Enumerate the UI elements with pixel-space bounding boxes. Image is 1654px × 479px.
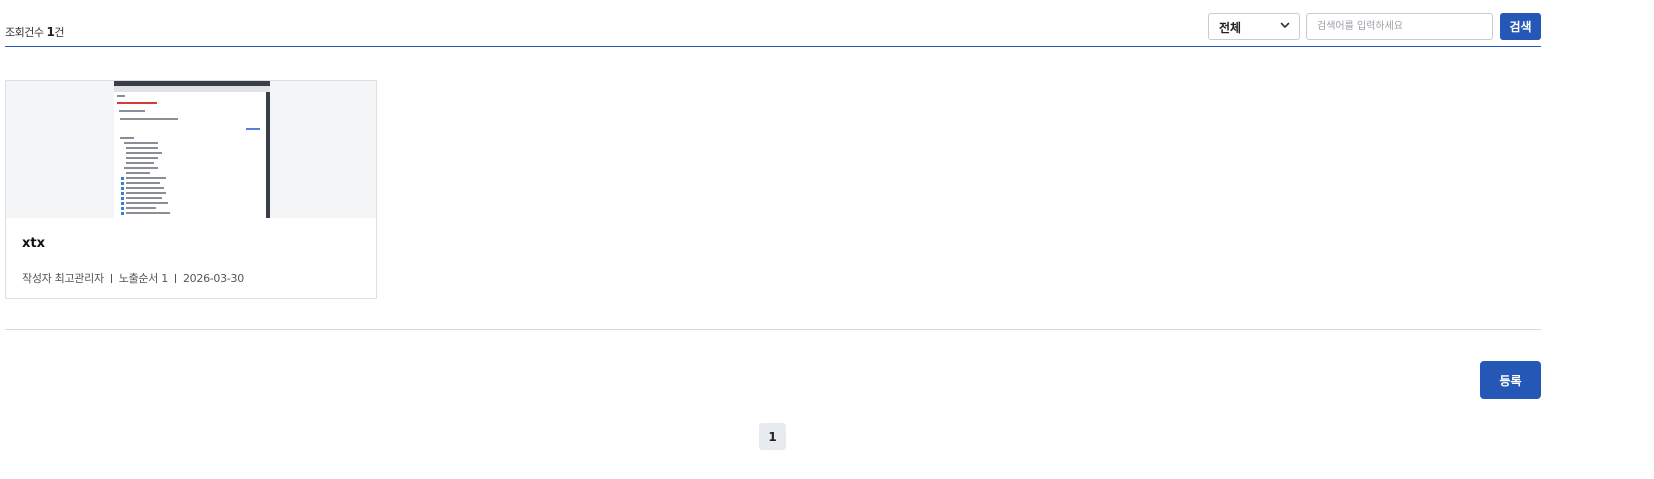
search-input[interactable]	[1306, 13, 1493, 40]
author-label: 작성자	[22, 272, 52, 285]
order-value: 1	[161, 272, 168, 285]
search-scope-select[interactable]: 전체	[1208, 13, 1300, 40]
search-scope-value: 전체	[1219, 21, 1242, 35]
list-toolbar: 조회건수 1건 전체 검색	[5, 10, 1541, 47]
search-button[interactable]: 검색	[1500, 13, 1541, 40]
order-label: 노출순서	[118, 272, 159, 285]
card-date: 2026-03-30	[182, 272, 244, 285]
card-meta: 작성자 최고관리자 노출순서 1 2026-03-30	[22, 270, 244, 286]
count-unit: 건	[54, 26, 64, 39]
pagination-page-current[interactable]: 1	[759, 423, 786, 450]
gallery-card[interactable]: xtx 작성자 최고관리자 노출순서 1 2026-03-30	[5, 80, 377, 299]
chevron-down-icon	[1280, 22, 1290, 28]
meta-separator	[110, 274, 112, 283]
card-title[interactable]: xtx	[22, 236, 45, 251]
thumbnail-image	[114, 81, 270, 218]
meta-separator	[174, 274, 176, 283]
list-divider	[5, 329, 1541, 330]
count-label: 조회건수	[5, 26, 44, 39]
author-name: 최고관리자	[54, 272, 104, 285]
card-thumbnail[interactable]	[6, 81, 376, 218]
register-button[interactable]: 등록	[1480, 361, 1541, 399]
result-count: 조회건수 1건	[5, 24, 64, 40]
